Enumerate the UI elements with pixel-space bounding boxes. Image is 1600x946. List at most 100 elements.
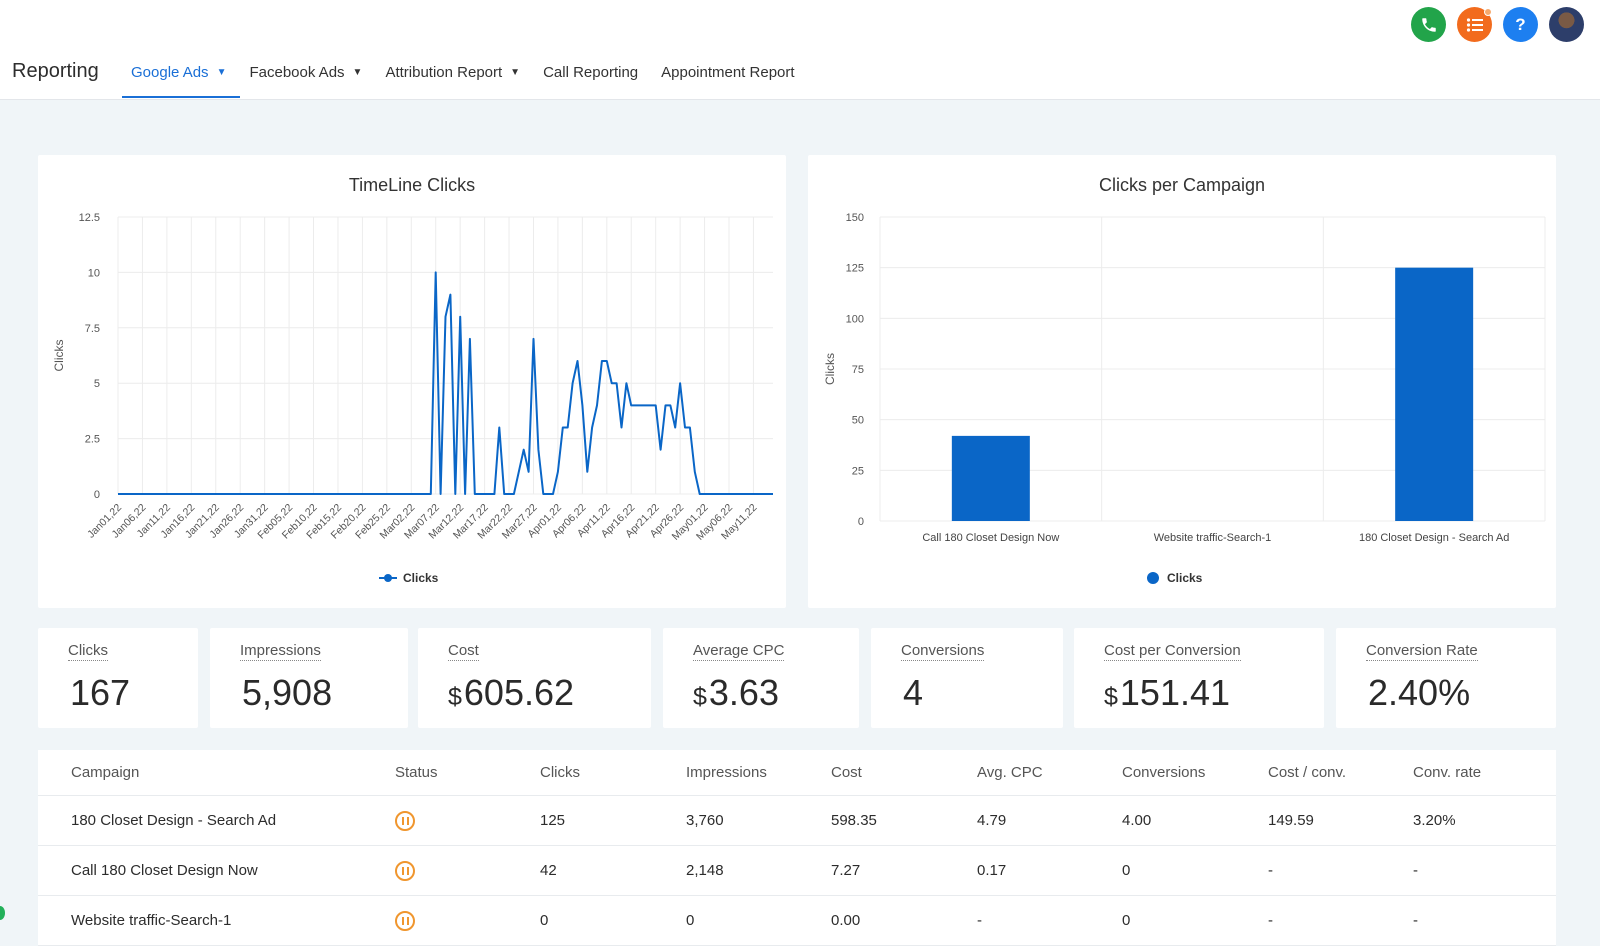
- legend-marker: [384, 574, 392, 582]
- y-tick-label: 50: [852, 415, 864, 427]
- kpi-label[interactable]: Average CPC: [693, 642, 785, 661]
- column-header[interactable]: Status: [395, 750, 438, 795]
- legend-label: Clicks: [403, 571, 439, 585]
- bar: [1395, 267, 1474, 521]
- cost-conv-cell: -: [1268, 862, 1273, 879]
- campaign-name[interactable]: Website traffic-Search-1: [71, 896, 231, 945]
- campaign-name[interactable]: Call 180 Closet Design Now: [71, 846, 258, 895]
- tab-label: Appointment Report: [661, 64, 795, 81]
- conv-rate-cell: -: [1413, 912, 1418, 929]
- kpi-label[interactable]: Conversion Rate: [1366, 642, 1478, 661]
- chevron-down-icon: ▼: [510, 67, 521, 78]
- y-tick-label: 150: [846, 212, 864, 224]
- paused-status-icon[interactable]: [395, 910, 415, 931]
- chat-widget-icon[interactable]: [0, 906, 5, 920]
- top-bar: Reporting Google Ads ▼ Facebook Ads ▼ At…: [0, 0, 1600, 100]
- clicks-per-campaign-chart: 150 125 100 75 50 25 0 Clicks Call 180 Closet De…: [823, 212, 1546, 585]
- x-tick-label: 180 Closet Design - Search Ad: [1359, 532, 1509, 544]
- user-avatar[interactable]: [1549, 7, 1584, 42]
- help-icon[interactable]: ?: [1503, 7, 1538, 42]
- avg-cpc-cell: 4.79: [977, 812, 1007, 829]
- table-row[interactable]: 180 Closet Design - Search Ad 125 3,760 …: [38, 796, 1556, 846]
- tab-label: Facebook Ads: [249, 64, 345, 81]
- paused-status-icon[interactable]: [395, 810, 415, 831]
- column-header[interactable]: Cost: [831, 750, 862, 795]
- y-tick-label: 75: [852, 364, 864, 376]
- status-cell: [395, 846, 415, 895]
- conversions-cell: 4.00: [1122, 812, 1152, 829]
- tab-google-ads[interactable]: Google Ads ▼: [122, 58, 241, 100]
- paused-status-icon[interactable]: [395, 860, 415, 881]
- chevron-down-icon: ▼: [216, 67, 227, 78]
- kpi-label[interactable]: Cost: [448, 642, 479, 661]
- kpi-value: $605.62: [448, 672, 575, 713]
- column-header[interactable]: Conv. rate: [1413, 750, 1481, 795]
- kpi-value: $151.41: [1104, 672, 1231, 713]
- column-header[interactable]: Impressions: [686, 750, 767, 795]
- cost-conv-cell: -: [1268, 912, 1273, 929]
- column-header[interactable]: Avg. CPC: [977, 750, 1043, 795]
- y-tick-label: 2.5: [85, 434, 100, 446]
- bar: [951, 435, 1030, 521]
- tab-appointment-report[interactable]: Appointment Report: [652, 58, 808, 100]
- timeline-clicks-card: TimeLine Clicks 12.5 10 7.5 5 2.5 0 Jan01,22 Ja…: [38, 155, 786, 608]
- avg-cpc-cell: -: [977, 912, 982, 929]
- kpi-label[interactable]: Clicks: [68, 642, 108, 661]
- help-glyph: ?: [1515, 14, 1526, 34]
- legend-label: Clicks: [1167, 571, 1203, 585]
- status-cell: [395, 896, 415, 945]
- y-tick-label: 7.5: [85, 323, 100, 335]
- kpi-value: 4: [903, 672, 924, 713]
- table-header-row: Campaign Status Clicks Impressions Cost …: [38, 750, 1556, 796]
- y-tick-label: 10: [88, 267, 100, 279]
- campaign-table: Campaign Status Clicks Impressions Cost …: [38, 750, 1556, 946]
- conv-rate-cell: -: [1413, 862, 1418, 879]
- tab-call-reporting[interactable]: Call Reporting: [534, 58, 652, 100]
- cost-cell: 0.00: [831, 912, 861, 929]
- kpi-label[interactable]: Conversions: [901, 642, 985, 661]
- header-actions: ?: [1411, 7, 1584, 42]
- legend-marker: [1147, 572, 1159, 584]
- clicks-cell: 125: [540, 812, 566, 829]
- x-tick-label: Website traffic-Search-1: [1154, 532, 1272, 544]
- y-tick-label: 5: [94, 378, 100, 390]
- table-row[interactable]: Call 180 Closet Design Now 42 2,148 7.27…: [38, 846, 1556, 896]
- y-tick-label: 100: [846, 313, 864, 325]
- kpi-value: 5,908: [242, 672, 333, 713]
- y-axis-label: Clicks: [823, 353, 837, 385]
- kpi-cost: Cost $605.62: [418, 628, 651, 728]
- kpi-value: $3.63: [693, 672, 779, 713]
- notification-dot: [1484, 8, 1492, 16]
- phone-icon[interactable]: [1411, 7, 1446, 42]
- conversions-cell: 0: [1122, 912, 1131, 929]
- chevron-down-icon: ▼: [352, 67, 363, 78]
- tab-attribution-report[interactable]: Attribution Report ▼: [376, 58, 534, 100]
- avg-cpc-cell: 0.17: [977, 862, 1007, 879]
- tab-label: Attribution Report: [385, 64, 503, 81]
- column-header[interactable]: Conversions: [1122, 750, 1205, 795]
- impressions-cell: 3,760: [686, 812, 724, 829]
- y-tick-label: 25: [852, 465, 864, 477]
- column-header[interactable]: Cost / conv.: [1268, 750, 1346, 795]
- impressions-cell: 0: [686, 912, 695, 929]
- status-cell: [395, 796, 415, 845]
- clicks-cell: 0: [540, 912, 549, 929]
- task-list-icon[interactable]: [1457, 7, 1492, 42]
- y-tick-label: 0: [858, 516, 864, 528]
- column-header[interactable]: Clicks: [540, 750, 580, 795]
- clicks-cell: 42: [540, 862, 557, 879]
- kpi-cost-per-conversion: Cost per Conversion $151.41: [1074, 628, 1324, 728]
- column-header[interactable]: Campaign: [71, 750, 139, 795]
- kpi-label[interactable]: Impressions: [240, 642, 321, 661]
- x-tick-label: Call 180 Closet Design Now: [922, 532, 1059, 544]
- kpi-value: 167: [70, 672, 131, 713]
- cost-conv-cell: 149.59: [1268, 812, 1314, 829]
- tab-label: Google Ads: [131, 64, 209, 81]
- cost-cell: 598.35: [831, 812, 877, 829]
- kpi-label[interactable]: Cost per Conversion: [1104, 642, 1241, 661]
- tab-facebook-ads[interactable]: Facebook Ads ▼: [240, 58, 376, 100]
- report-tabs: Google Ads ▼ Facebook Ads ▼ Attribution …: [122, 58, 809, 100]
- campaign-name[interactable]: 180 Closet Design - Search Ad: [71, 796, 276, 845]
- cost-cell: 7.27: [831, 862, 861, 879]
- table-row[interactable]: Website traffic-Search-1 0 0 0.00 - 0 - …: [38, 896, 1556, 946]
